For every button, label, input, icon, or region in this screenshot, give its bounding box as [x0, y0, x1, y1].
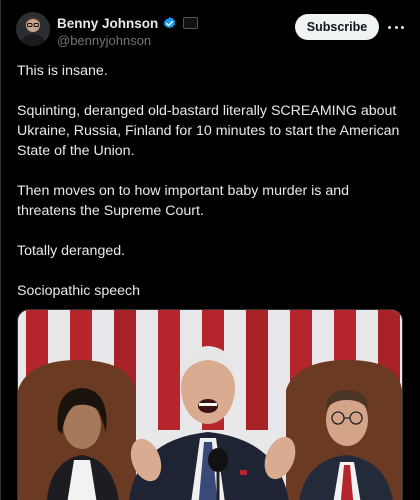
tweet-header: Benny Johnson @bennyjohnson Subscribe [16, 12, 411, 52]
tweet-paragraph: Sociopathic speech [17, 283, 141, 299]
display-name[interactable]: Benny Johnson [57, 16, 158, 31]
affiliate-badge-icon [183, 17, 199, 29]
tweet-text: This is insane. Squinting, deranged old-… [17, 61, 409, 321]
tweet-media[interactable] [17, 309, 403, 500]
tweet-paragraph: Totally deranged. [17, 243, 126, 259]
name-row: Benny Johnson [57, 14, 199, 32]
subscribe-button[interactable]: Subscribe [295, 14, 379, 40]
more-options-icon[interactable] [388, 20, 404, 34]
tweet-post: Benny Johnson @bennyjohnson Subscribe Th… [0, 0, 420, 500]
verified-badge-icon [162, 16, 177, 31]
author-handle[interactable]: @bennyjohnson [57, 33, 151, 48]
tweet-paragraph: This is insane. [17, 63, 108, 79]
avatar[interactable] [16, 12, 50, 46]
tweet-paragraph: Then moves on to how important baby murd… [17, 183, 349, 219]
tweet-paragraph: Squinting, deranged old-bastard literall… [17, 103, 400, 159]
avatar-icon [16, 12, 50, 46]
state-of-union-photo [18, 310, 402, 500]
